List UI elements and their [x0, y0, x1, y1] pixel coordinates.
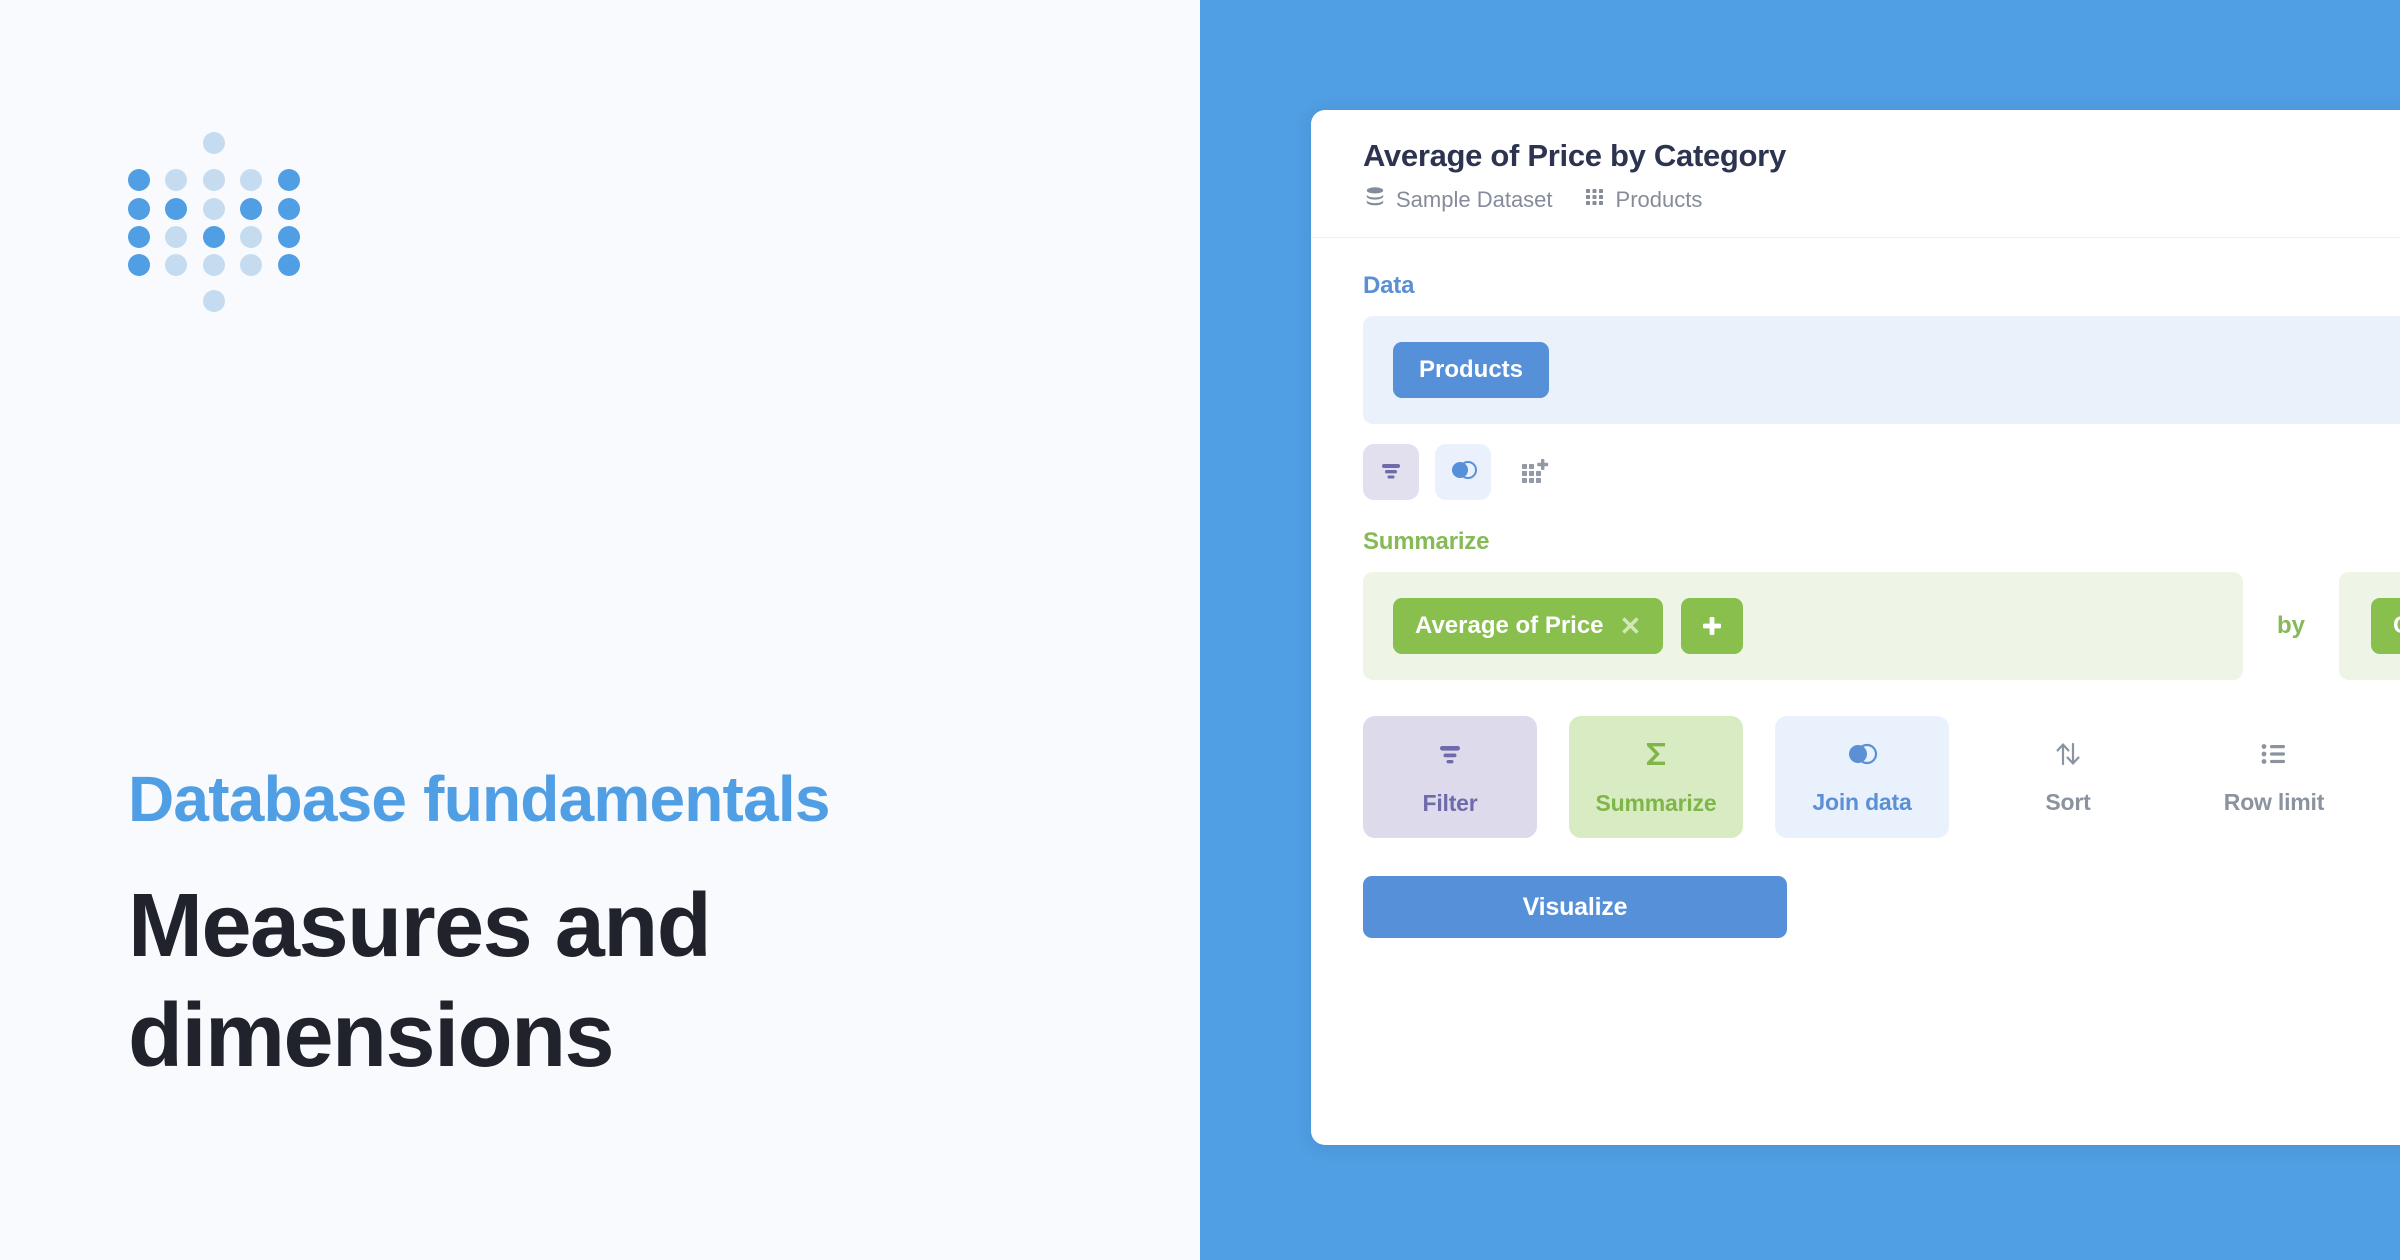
breadcrumb-table-label: Products	[1615, 187, 1703, 212]
close-icon[interactable]: ✕	[1620, 613, 1642, 639]
plus-icon	[1703, 617, 1722, 635]
filter-icon	[1433, 737, 1467, 776]
mini-add-column-button[interactable]	[1507, 444, 1563, 500]
logo-dot	[165, 169, 187, 191]
logo-dot	[203, 198, 225, 220]
table-chip-products[interactable]: Products	[1393, 342, 1550, 398]
visualize-button[interactable]: Visualize	[1363, 876, 1787, 938]
sort-button-label: Sort	[2045, 789, 2091, 815]
sort-arrows-icon	[2050, 738, 2086, 775]
logo-dot	[278, 254, 300, 276]
logo-dot	[203, 226, 225, 248]
notebook-body: Data Products Summarize Average of Price…	[1311, 238, 2400, 938]
logo-dot	[128, 226, 150, 248]
mini-filter-button[interactable]	[1363, 444, 1419, 500]
logo-dot	[203, 132, 225, 154]
step-action-row: Filter Summarize Join data Sort Row limi…	[1363, 716, 2400, 838]
add-aggregation-button[interactable]	[1681, 598, 1744, 654]
breadcrumb: Sample Dataset Products	[1363, 185, 2400, 215]
database-icon	[1363, 185, 1387, 215]
mini-join-button[interactable]	[1435, 444, 1491, 500]
filter-button-label: Filter	[1422, 790, 1478, 816]
sort-button[interactable]: Sort	[1981, 716, 2155, 838]
summarize-section: Summarize Average of Price ✕ by	[1363, 528, 2400, 680]
page-title: Measures and dimensions	[128, 876, 712, 1086]
logo-dot	[240, 226, 262, 248]
summarize-row: Average of Price ✕ by	[1363, 572, 2400, 680]
breakout-chip[interactable]: Category	[2371, 598, 2400, 654]
logo-dot	[240, 169, 262, 191]
breadcrumb-database-label: Sample Dataset	[1396, 187, 1553, 212]
notebook-header: Average of Price by Category Sample Data…	[1311, 110, 2400, 238]
sigma-icon	[1639, 737, 1673, 776]
aggregation-chip-label: Average of Price	[1415, 612, 1604, 639]
breakout-chip-label: Category	[2393, 614, 2400, 638]
join-data-button-label: Join data	[1812, 789, 1912, 815]
logo-dot	[240, 254, 262, 276]
slide-canvas: Database fundamentals Measures and dimen…	[0, 0, 2400, 1260]
filter-icon	[1376, 455, 1406, 490]
data-source-row: Products	[1363, 316, 2400, 424]
logo-dot	[128, 169, 150, 191]
logo-dot	[165, 254, 187, 276]
row-limit-list-icon	[2257, 738, 2291, 775]
add-column-icon	[1518, 455, 1552, 490]
notebook-editor-card: Average of Price by Category Sample Data…	[1311, 110, 2400, 1145]
logo-dot	[165, 226, 187, 248]
table-grid-icon	[1583, 185, 1607, 215]
logo-dot	[203, 254, 225, 276]
logo-dot	[278, 169, 300, 191]
summarize-button[interactable]: Summarize	[1569, 716, 1743, 838]
summarize-section-label: Summarize	[1363, 528, 1490, 555]
breakout-block: Category	[2339, 572, 2400, 680]
logo-dot	[278, 226, 300, 248]
logo-dot	[165, 198, 187, 220]
logo-dot	[203, 169, 225, 191]
join-icon	[1843, 738, 1881, 775]
logo-dot	[240, 198, 262, 220]
aggregation-chip[interactable]: Average of Price ✕	[1393, 598, 1664, 654]
breadcrumb-database[interactable]: Sample Dataset	[1363, 185, 1553, 215]
filter-button[interactable]: Filter	[1363, 716, 1537, 838]
join-icon	[1447, 455, 1479, 490]
metabase-logo	[128, 132, 300, 312]
brand-eyebrow-text: Database fundamentals	[128, 763, 830, 835]
row-limit-button[interactable]: Row limit	[2187, 716, 2361, 838]
data-step-actions	[1363, 444, 2400, 500]
aggregation-block: Average of Price ✕	[1363, 572, 2243, 680]
logo-dot	[278, 198, 300, 220]
summarize-button-label: Summarize	[1595, 790, 1717, 816]
question-title: Average of Price by Category	[1363, 138, 1786, 173]
join-data-button[interactable]: Join data	[1775, 716, 1949, 838]
data-section: Data Products	[1363, 272, 2400, 500]
breadcrumb-table[interactable]: Products	[1583, 185, 1703, 215]
logo-dot	[203, 290, 225, 312]
by-label: by	[2277, 612, 2306, 639]
row-limit-button-label: Row limit	[2223, 789, 2325, 815]
logo-dot	[128, 198, 150, 220]
logo-dot	[128, 254, 150, 276]
data-section-label: Data	[1363, 272, 1415, 299]
title-panel: Database fundamentals Measures and dimen…	[0, 0, 1200, 1260]
